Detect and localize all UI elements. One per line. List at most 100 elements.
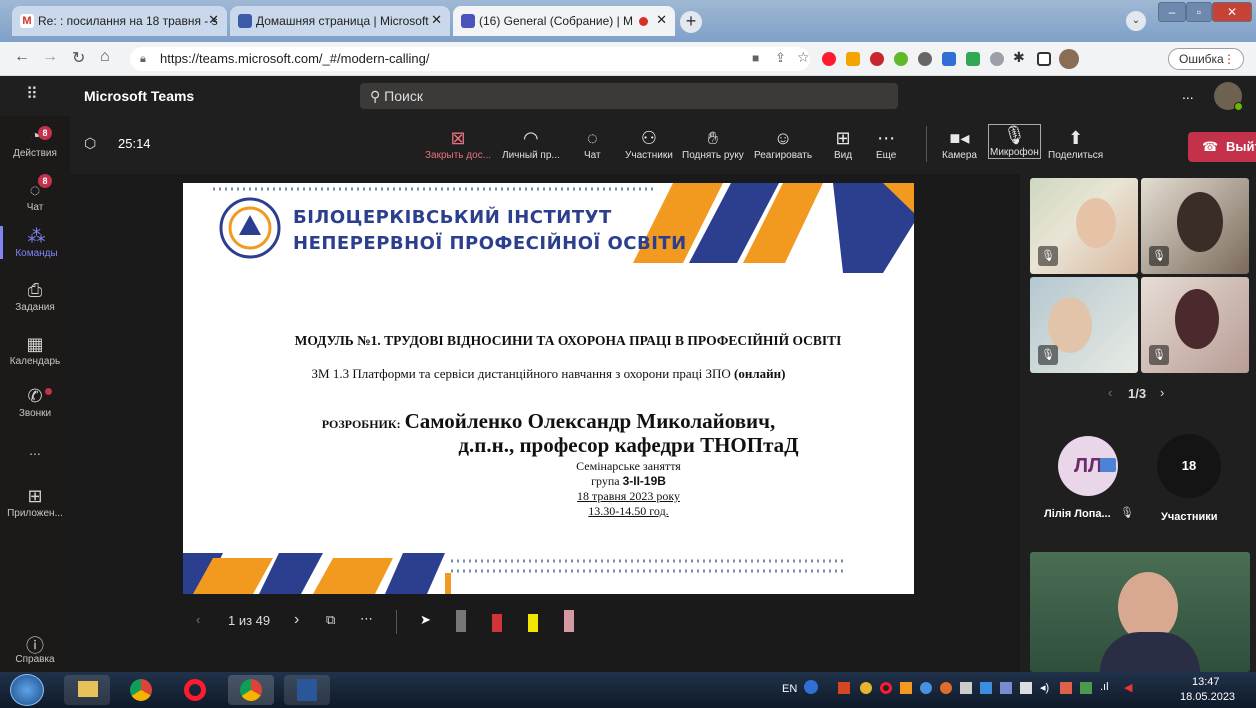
prev-slide-icon[interactable]: ‹ bbox=[196, 612, 200, 627]
error-button[interactable]: Ошибка ⋮ bbox=[1168, 48, 1244, 70]
clock-time[interactable]: 13:47 bbox=[1192, 676, 1220, 688]
more-icon[interactable]: ⋯ bbox=[360, 611, 373, 627]
error-label: Ошибка bbox=[1179, 52, 1224, 66]
back-icon[interactable]: ← bbox=[14, 48, 30, 66]
opera-tray-icon[interactable] bbox=[880, 682, 892, 694]
help-tray-icon[interactable] bbox=[804, 680, 818, 694]
language-indicator[interactable]: EN bbox=[782, 683, 797, 695]
next-slide-icon[interactable]: › bbox=[294, 611, 299, 629]
tab-teams[interactable]: (16) General (Собрание) | M ✕ bbox=[453, 6, 675, 36]
rail-item-more[interactable]: ... bbox=[0, 442, 70, 458]
sidepanel-icon[interactable] bbox=[1037, 52, 1051, 66]
adblock-icon[interactable] bbox=[870, 52, 884, 66]
leave-button[interactable]: ☎ Выйти ⌄ bbox=[1188, 132, 1256, 162]
speaker-icon[interactable]: ◀ bbox=[1124, 681, 1132, 694]
rail-item-calendar[interactable]: ▦ Календарь bbox=[0, 334, 70, 367]
search-input[interactable]: ⚲ Поиск bbox=[360, 83, 898, 109]
close-tab-icon[interactable]: ✕ bbox=[431, 12, 442, 28]
share-page-icon[interactable]: ⇪ bbox=[775, 50, 786, 66]
close-window-icon[interactable]: ✕ bbox=[1212, 2, 1252, 22]
btn-label: Участники bbox=[625, 150, 673, 161]
word-taskbar-button[interactable] bbox=[284, 675, 330, 705]
chrome-active-taskbar-button[interactable] bbox=[228, 675, 274, 705]
explorer-taskbar-button[interactable] bbox=[64, 675, 110, 705]
camera-indicator-icon[interactable]: ■ bbox=[752, 51, 759, 65]
tray-app-icon[interactable] bbox=[860, 682, 872, 694]
forward-icon[interactable]: → bbox=[42, 48, 58, 66]
tray-app-icon[interactable] bbox=[1060, 682, 1072, 694]
clock-date[interactable]: 18.05.2023 bbox=[1180, 691, 1235, 703]
camera-button[interactable]: ■◂ Камера bbox=[942, 128, 977, 161]
translate-icon[interactable] bbox=[942, 52, 956, 66]
extension-icon[interactable] bbox=[990, 52, 1004, 66]
new-tab-button[interactable]: + bbox=[680, 11, 702, 33]
participant-video-1[interactable]: 🎙︎ bbox=[1030, 178, 1138, 274]
rail-item-activity[interactable]: ◔ Действия 8 bbox=[0, 126, 70, 159]
participant-video-4[interactable]: 🎙︎ bbox=[1141, 277, 1249, 373]
tray-app-icon[interactable] bbox=[1080, 682, 1092, 694]
participant-video-3[interactable]: 🎙︎ bbox=[1030, 277, 1138, 373]
pen-gray-icon[interactable] bbox=[456, 610, 466, 632]
participants-count: 18 bbox=[1181, 458, 1197, 473]
participants-button[interactable]: ⚇ Участники bbox=[625, 128, 673, 161]
tray-app-icon[interactable] bbox=[920, 682, 932, 694]
more-actions-button[interactable]: ⋯ Еще bbox=[876, 128, 896, 161]
tray-app-icon[interactable] bbox=[1000, 682, 1012, 694]
highlighter-icon[interactable] bbox=[528, 614, 538, 632]
flag-tray-icon[interactable] bbox=[960, 682, 972, 694]
rail-item-apps[interactable]: ⊞ Приложен... bbox=[0, 486, 70, 519]
tray-app-icon[interactable] bbox=[980, 682, 992, 694]
minimize-icon[interactable]: – bbox=[1158, 2, 1186, 22]
raise-hand-button[interactable]: ✋︎ Поднять руку bbox=[682, 128, 744, 161]
eraser-icon[interactable] bbox=[564, 610, 574, 632]
share-button[interactable]: ⬆ Поделиться bbox=[1048, 128, 1103, 161]
participant-video-2[interactable]: 🎙︎ bbox=[1141, 178, 1249, 274]
tab-office[interactable]: Домашняя страница | Microsoft ✕ bbox=[230, 6, 450, 36]
pen-red-icon[interactable] bbox=[492, 614, 502, 632]
tray-app-icon[interactable] bbox=[900, 682, 912, 694]
tray-app-icon[interactable] bbox=[838, 682, 850, 694]
tab-gmail[interactable]: M Re: : посилання на 18 травня - s ✕ bbox=[12, 6, 227, 36]
network-icon[interactable]: .ıl bbox=[1100, 681, 1109, 693]
tray-app-icon[interactable] bbox=[1020, 682, 1032, 694]
shield-extension-icon[interactable] bbox=[966, 52, 980, 66]
tab-search-icon[interactable]: ⌄ bbox=[1126, 11, 1146, 31]
volume-icon[interactable]: ◂) bbox=[1040, 681, 1049, 694]
opera-extension-icon[interactable] bbox=[822, 52, 836, 66]
url-field[interactable]: 🔒︎ https://teams.microsoft.com/_#/modern… bbox=[130, 47, 810, 71]
chat-button[interactable]: ◌ Чат bbox=[584, 128, 601, 161]
extension-icon[interactable] bbox=[846, 52, 860, 66]
rail-item-calls[interactable]: ✆ Звонки bbox=[0, 386, 70, 419]
slide-grid-icon[interactable]: ⧉ bbox=[326, 612, 335, 628]
rail-item-teams[interactable]: ⁂ Команды bbox=[0, 226, 70, 259]
app-launcher-icon[interactable]: ⠿ bbox=[26, 84, 38, 104]
extension-icon[interactable] bbox=[918, 52, 932, 66]
profile-avatar[interactable] bbox=[1059, 49, 1079, 69]
bookmark-star-icon[interactable]: ☆ bbox=[797, 49, 810, 66]
microphone-button[interactable]: 🎙︎ Микрофон bbox=[988, 124, 1041, 159]
chrome-taskbar-button[interactable] bbox=[118, 675, 164, 705]
start-button[interactable] bbox=[10, 674, 44, 706]
maximize-icon[interactable]: ▫ bbox=[1186, 2, 1212, 22]
self-video[interactable] bbox=[1030, 552, 1250, 672]
more-options-button[interactable]: ... bbox=[1182, 86, 1194, 102]
rail-item-assignments[interactable]: ⎙ Задания bbox=[0, 280, 70, 313]
pointer-icon[interactable]: ➤ bbox=[420, 612, 431, 628]
opera-taskbar-button[interactable] bbox=[172, 675, 218, 705]
stop-sharing-button[interactable]: ⊠ Закрыть дос... bbox=[425, 128, 491, 161]
extensions-puzzle-icon[interactable]: ✱ bbox=[1013, 49, 1025, 66]
participants-count-tile[interactable]: 18 bbox=[1157, 434, 1221, 498]
close-tab-icon[interactable]: ✕ bbox=[656, 12, 667, 28]
react-button[interactable]: ☺ Реагировать bbox=[754, 128, 812, 161]
private-view-button[interactable]: ◠ Личный пр... bbox=[502, 128, 560, 161]
rail-item-help[interactable]: ⓘ Справка bbox=[0, 632, 70, 665]
tray-app-icon[interactable] bbox=[940, 682, 952, 694]
view-button[interactable]: ⊞ Вид bbox=[834, 128, 852, 161]
extension-icon[interactable] bbox=[894, 52, 908, 66]
close-tab-icon[interactable]: ✕ bbox=[208, 12, 219, 28]
rail-item-chat[interactable]: ◌ Чат 8 bbox=[0, 174, 70, 213]
home-icon[interactable]: ⌂ bbox=[100, 48, 110, 66]
prev-page-icon[interactable]: ‹ bbox=[1108, 385, 1112, 400]
reload-icon[interactable]: ↻ bbox=[72, 48, 85, 68]
next-page-icon[interactable]: › bbox=[1160, 385, 1164, 400]
